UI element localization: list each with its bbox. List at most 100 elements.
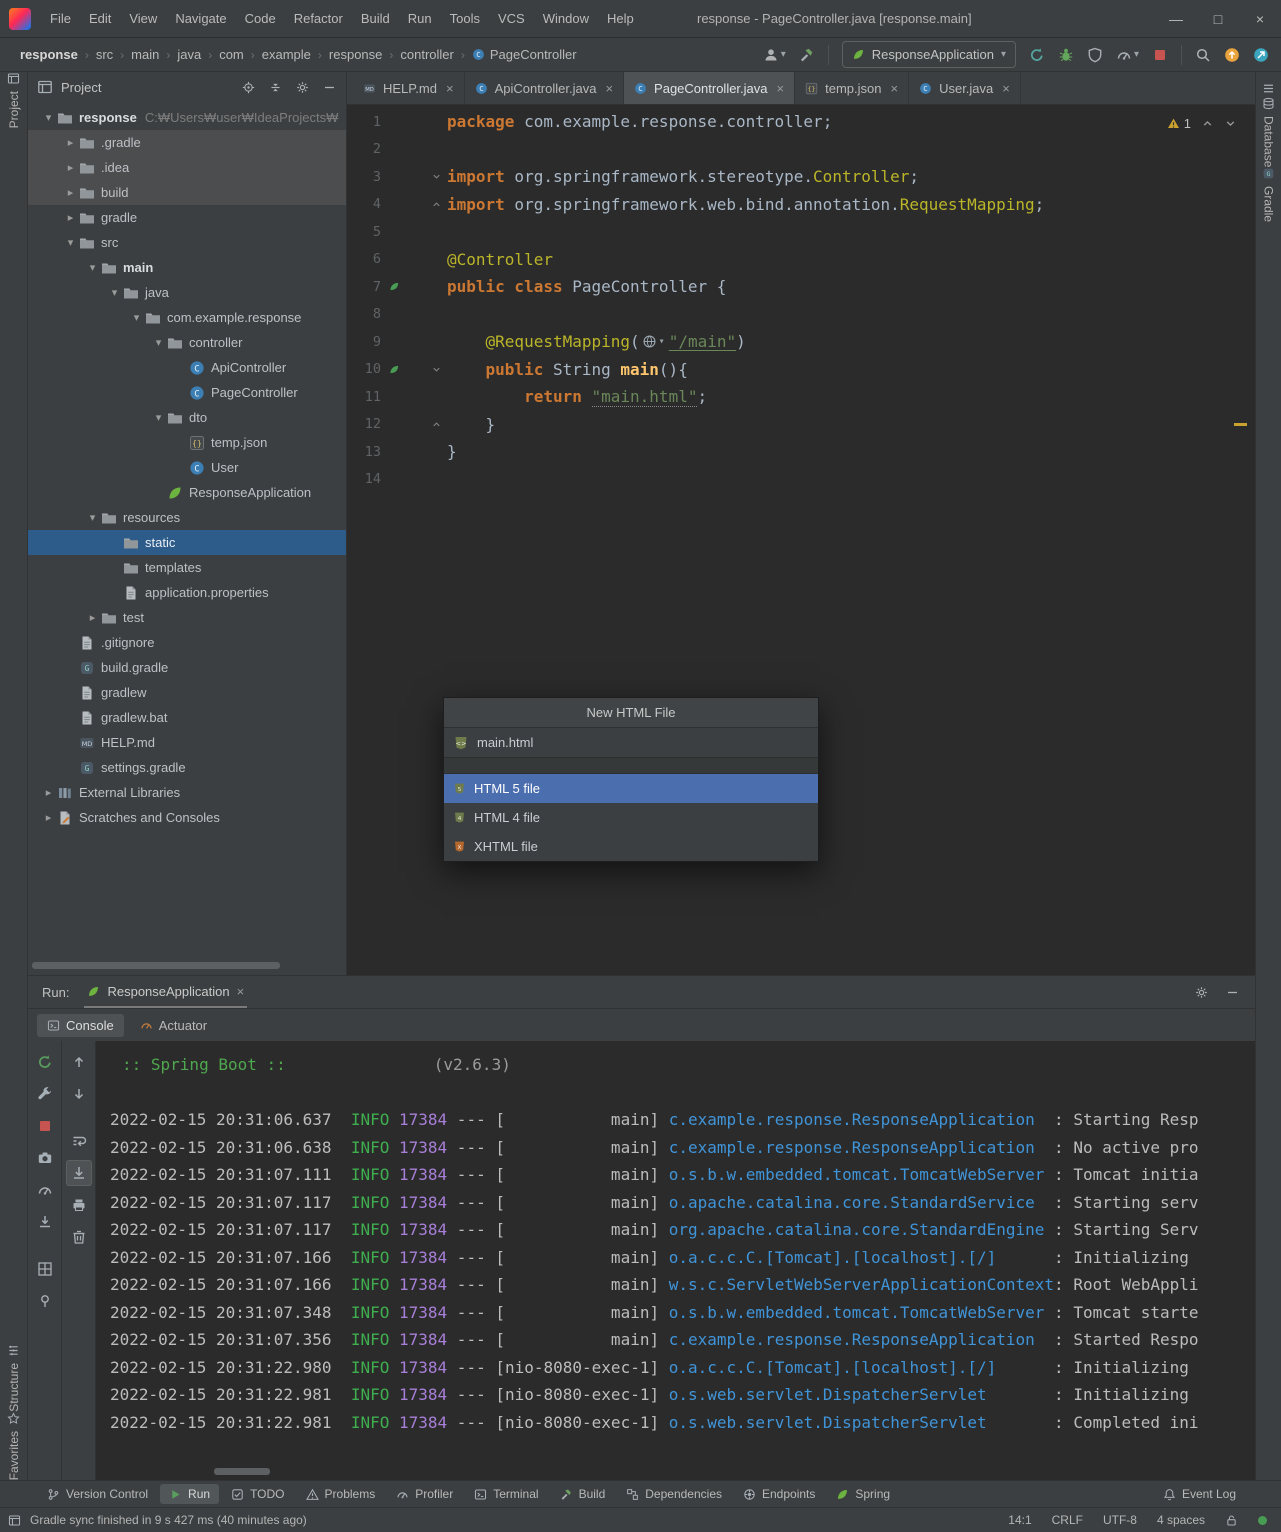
menu-file[interactable]: File (41, 0, 80, 37)
fold-marker[interactable] (425, 419, 447, 430)
run-with-coverage-button[interactable] (1087, 47, 1103, 63)
tool-strip-button-project[interactable]: Project (7, 72, 21, 128)
run-anything-button[interactable] (1253, 47, 1269, 63)
tool-window-button-dependencies[interactable]: Dependencies (617, 1484, 731, 1504)
expanded-arrow-icon[interactable]: ▾ (40, 111, 57, 124)
next-warning-icon[interactable] (1224, 117, 1237, 130)
tool-window-button-event-log[interactable]: Event Log (1154, 1484, 1245, 1504)
tool-strip-button-database[interactable]: Database (1262, 97, 1276, 167)
collapse-all-button[interactable] (269, 81, 282, 94)
soft-wrap-button[interactable] (66, 1128, 92, 1154)
tree-item-build[interactable]: ▸ build (28, 180, 346, 205)
editor-tab-help-md[interactable]: MD HELP.md × (353, 72, 465, 104)
tree-item-src[interactable]: ▾ src (28, 230, 346, 255)
rerun-application-button[interactable] (1029, 47, 1045, 63)
tree-item-java[interactable]: ▾ java (28, 280, 346, 305)
breadcrumb-item-example-5[interactable]: example (262, 47, 311, 62)
tree-item-settings-gradle[interactable]: Gsettings.gradle (28, 755, 346, 780)
close-tab-icon[interactable]: × (777, 81, 785, 96)
tree-item-static[interactable]: static (28, 530, 346, 555)
project-view-icon[interactable] (37, 79, 53, 95)
tree-item-apicontroller[interactable]: C ApiController (28, 355, 346, 380)
tree-item-help-md[interactable]: MD HELP.md (28, 730, 346, 755)
tree-item-templates[interactable]: templates (28, 555, 346, 580)
tree-item-idea[interactable]: ▸ .idea (28, 155, 346, 180)
breadcrumb-item-pagecontroller-8[interactable]: C PageController (472, 47, 577, 62)
prev-warning-icon[interactable] (1201, 117, 1214, 130)
collapsed-arrow-icon[interactable]: ▸ (40, 786, 57, 799)
panel-settings-button[interactable] (296, 81, 309, 94)
expanded-arrow-icon[interactable]: ▾ (128, 311, 145, 324)
clear-console-button[interactable] (66, 1224, 92, 1250)
tool-window-button-endpoints[interactable]: Endpoints (734, 1484, 824, 1504)
menu-view[interactable]: View (120, 0, 166, 37)
close-run-tab-icon[interactable]: × (237, 984, 245, 999)
user-menu-button[interactable]: ▾ (763, 47, 786, 63)
lock-icon[interactable] (1225, 1514, 1238, 1527)
editor-tab-temp-json[interactable]: {} temp.json × (795, 72, 910, 104)
close-window-button[interactable]: × (1239, 0, 1281, 37)
editor-tab-apicontroller-java[interactable]: C ApiController.java × (465, 72, 625, 104)
indent-size[interactable]: 4 spaces (1157, 1513, 1205, 1527)
menu-refactor[interactable]: Refactor (285, 0, 352, 37)
spring-bean-icon[interactable] (388, 363, 401, 376)
file-encoding[interactable]: UTF-8 (1103, 1513, 1137, 1527)
collapsed-arrow-icon[interactable]: ▸ (62, 186, 79, 199)
editor-tab-pagecontroller-java[interactable]: C PageController.java × (624, 72, 796, 104)
close-tab-icon[interactable]: × (446, 81, 454, 96)
menu-window[interactable]: Window (534, 0, 598, 37)
fold-marker[interactable] (425, 364, 447, 375)
build-project-button[interactable] (799, 47, 815, 63)
tree-item-application-properties[interactable]: application.properties (28, 580, 346, 605)
collapsed-arrow-icon[interactable]: ▸ (62, 211, 79, 224)
tool-window-button-terminal[interactable]: Terminal (465, 1484, 547, 1504)
collapsed-arrow-icon[interactable]: ▸ (84, 611, 101, 624)
run-settings-button[interactable] (1195, 986, 1208, 999)
tree-item-scratches-and-consoles[interactable]: ▸ Scratches and Consoles (28, 805, 346, 830)
scroll-to-end-button[interactable] (65, 1160, 92, 1186)
hide-panel-button[interactable] (323, 81, 336, 94)
tree-item-com-example-response[interactable]: ▾ com.example.response (28, 305, 346, 330)
tree-item-gradle[interactable]: ▸ gradle (28, 205, 346, 230)
popup-option-xhtml-file[interactable]: X XHTML file (444, 832, 818, 861)
breadcrumb-item-response-0[interactable]: response (20, 47, 78, 62)
expanded-arrow-icon[interactable]: ▾ (150, 411, 167, 424)
popup-filename-item[interactable]: <> main.html (444, 728, 818, 757)
expanded-arrow-icon[interactable]: ▾ (62, 236, 79, 249)
tree-item-test[interactable]: ▸ test (28, 605, 346, 630)
minimize-window-button[interactable]: — (1155, 0, 1197, 37)
tree-item-temp-json[interactable]: {} temp.json (28, 430, 346, 455)
edit-run-configuration-button[interactable] (32, 1081, 58, 1107)
menu-navigate[interactable]: Navigate (166, 0, 235, 37)
fold-marker[interactable] (425, 199, 447, 210)
run-configuration-tab[interactable]: ResponseApplication × (84, 976, 248, 1008)
tree-item-controller[interactable]: ▾ controller (28, 330, 346, 355)
menu-run[interactable]: Run (399, 0, 441, 37)
collapsed-arrow-icon[interactable]: ▸ (62, 136, 79, 149)
expanded-arrow-icon[interactable]: ▾ (106, 286, 123, 299)
endpoint-widget[interactable]: ▾ (642, 334, 665, 349)
pin-tab-button[interactable] (32, 1288, 58, 1314)
tool-window-menu-icon[interactable] (1262, 82, 1275, 95)
menu-edit[interactable]: Edit (80, 0, 120, 37)
tool-strip-button-gradle[interactable]: G Gradle (1262, 167, 1276, 222)
tree-item-main[interactable]: ▾ main (28, 255, 346, 280)
console-output[interactable]: :: Spring Boot :: (v2.6.3) 2022-02-15 20:… (96, 1041, 1255, 1480)
close-tab-icon[interactable]: × (605, 81, 613, 96)
tool-strip-button-structure[interactable]: Structure (7, 1344, 21, 1412)
import-thread-dump-button[interactable] (32, 1209, 58, 1235)
close-tab-icon[interactable]: × (1002, 81, 1010, 96)
profiler-actions-button[interactable] (32, 1177, 58, 1203)
tool-window-button-run[interactable]: Run (160, 1484, 220, 1504)
breadcrumb-item-controller-7[interactable]: controller (400, 47, 453, 62)
tree-item-gradlew-bat[interactable]: gradlew.bat (28, 705, 346, 730)
menu-tools[interactable]: Tools (441, 0, 489, 37)
rerun-application-button[interactable] (32, 1049, 58, 1075)
menu-build[interactable]: Build (352, 0, 399, 37)
tree-item-build-gradle[interactable]: Gbuild.gradle (28, 655, 346, 680)
tool-window-button-problems[interactable]: Problems (297, 1484, 385, 1504)
tree-item-gradlew[interactable]: gradlew (28, 680, 346, 705)
locate-file-button[interactable] (242, 81, 255, 94)
tool-window-button-build[interactable]: Build (551, 1484, 615, 1504)
caret-position[interactable]: 14:1 (1008, 1513, 1031, 1527)
